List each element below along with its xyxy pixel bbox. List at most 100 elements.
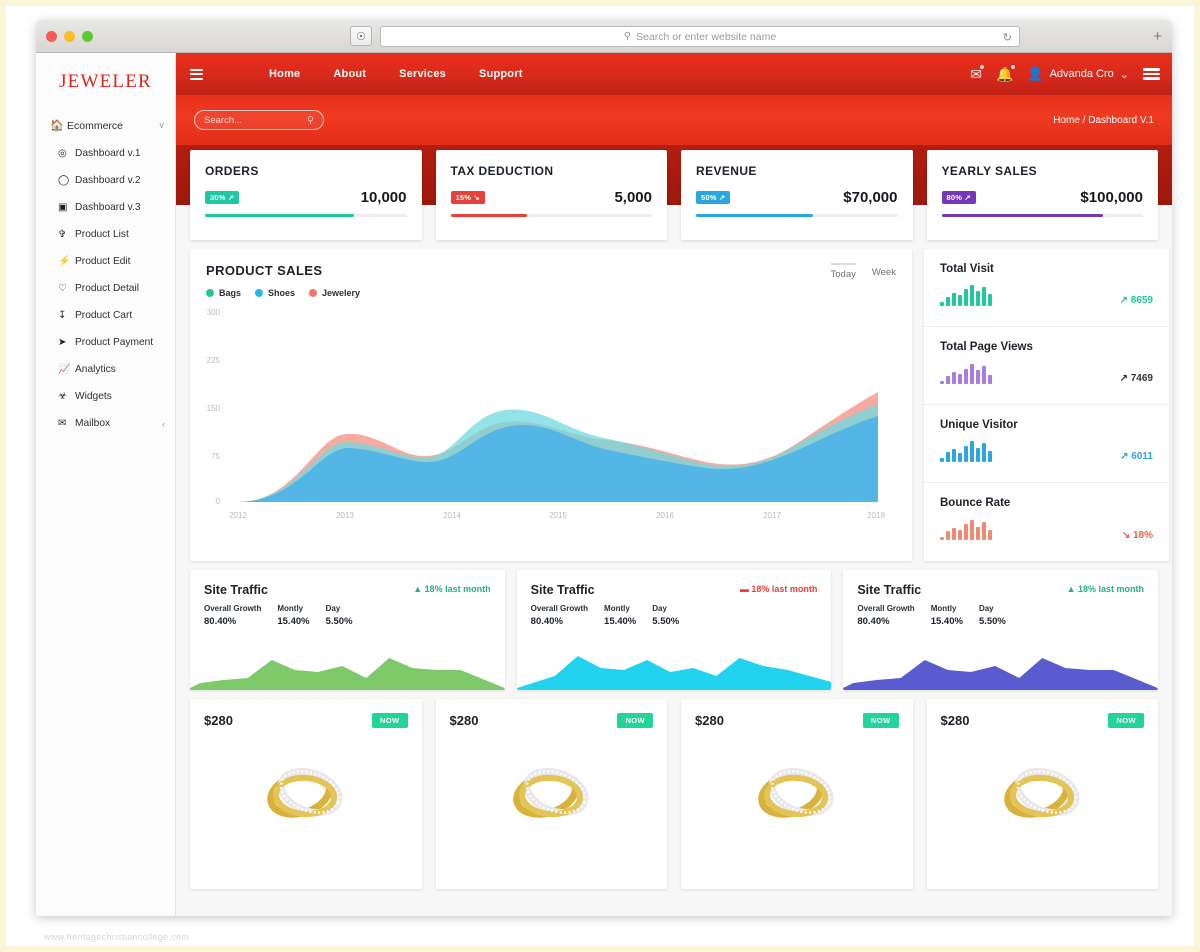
menu-grid-icon[interactable] <box>1143 68 1160 80</box>
kpi-card-revenue: REVENUE 50% ↗ $70,000 <box>681 150 913 240</box>
bell-icon[interactable]: 🔔 <box>996 64 1016 83</box>
browser-window: ☉ ⚲ Search or enter website name ↻ + JEW… <box>36 20 1172 916</box>
y-tick-225: 225 <box>207 356 221 365</box>
window-controls[interactable] <box>46 30 93 42</box>
sidebar-item-dashboard-v2[interactable]: ◯ Dashboard v.2 <box>36 167 175 194</box>
x-tick-2013: 2013 <box>336 511 354 520</box>
nav-link-services[interactable]: Services <box>399 68 446 80</box>
reload-icon[interactable]: ↻ <box>1003 31 1012 44</box>
x-tick-2016: 2016 <box>656 511 674 520</box>
sidebar-item-label: Product Payment <box>75 337 154 348</box>
bolt-icon: ⚡ <box>58 256 71 267</box>
search-placeholder: Search... <box>204 114 243 126</box>
mail-icon[interactable]: ✉ <box>970 64 984 83</box>
metric-day: Day 5.50% <box>326 604 353 627</box>
area-chart-svg: 300 225 150 75 0 2012 2013 2014 2015 201… <box>207 308 886 520</box>
nav-link-home[interactable]: Home <box>269 68 300 80</box>
sidebar-item-product-edit[interactable]: ⚡ Product Edit <box>36 248 175 275</box>
stat-number: 18% <box>1132 530 1153 541</box>
product-card-2[interactable]: $280 NOW <box>435 699 667 889</box>
sidebar-item-analytics[interactable]: 📈 Analytics <box>36 356 175 383</box>
product-card-3[interactable]: $280 NOW <box>681 699 913 889</box>
minimize-window-button[interactable] <box>64 30 75 42</box>
kpi-value: 5,000 <box>614 189 652 206</box>
legend-label: Shoes <box>268 288 296 298</box>
trend-up-icon: ↗ <box>1119 373 1128 384</box>
top-nav-actions: ✉ 🔔 👤 Advanda Cro ⌄ <box>970 53 1160 95</box>
metric-label: Montly <box>930 604 957 613</box>
page-title: PRODUCT SALES <box>206 263 323 278</box>
close-window-button[interactable] <box>46 30 57 42</box>
metric-overall-growth: Overall Growth 80.40% <box>857 604 914 627</box>
stat-label: Total Visit <box>940 263 994 275</box>
tab-week[interactable]: Week <box>872 263 896 280</box>
metric-day: Day 5.50% <box>979 604 1006 627</box>
legend-label: Jewelery <box>322 288 361 298</box>
metric-label: Montly <box>604 604 630 613</box>
sidebar: JEWELER 🏠 Ecommerce ∨ ◎ Dashboard v.1 ◯ … <box>36 53 176 916</box>
kpi-progress-fill <box>450 214 528 217</box>
list-icon: ✞ <box>58 229 67 240</box>
legend-item-shoes[interactable]: Shoes <box>255 288 295 298</box>
product-card-1[interactable]: $280 NOW <box>190 699 422 889</box>
site-traffic-card-3: Site Traffic ▲ 18% last month Overall Gr… <box>843 570 1159 690</box>
status-badge[interactable]: NOW <box>862 713 899 728</box>
sidebar-item-mailbox[interactable]: ✉ Mailbox ‹ <box>36 410 175 437</box>
sidebar-item-label: Dashboard v.3 <box>75 202 141 213</box>
top-nav-links: Home About Services Support <box>269 68 523 80</box>
product-card-4[interactable]: $280 NOW <box>926 699 1158 889</box>
legend-item-bags[interactable]: Bags <box>206 288 241 298</box>
sidebar-item-ecommerce[interactable]: 🏠 Ecommerce ∨ <box>36 111 175 140</box>
stat-row-total-visit: Total Visit ↗ 8659 <box>924 249 1169 327</box>
kpi-badge: 15% ↘ <box>450 191 485 204</box>
product-image <box>450 752 654 830</box>
sidebar-item-label: Product Cart <box>75 310 133 321</box>
status-badge[interactable]: NOW <box>371 713 408 728</box>
brand-logo[interactable]: JEWELER <box>36 57 175 111</box>
metric-day: Day 5.50% <box>652 604 679 627</box>
shield-icon[interactable]: ☉ <box>350 26 372 46</box>
sidebar-item-product-cart[interactable]: ↧ Product Cart <box>36 302 175 329</box>
user-menu[interactable]: 👤 Advanda Cro ⌄ <box>1027 66 1129 82</box>
plus-icon[interactable]: + <box>1153 29 1162 44</box>
sidebar-item-dashboard-v1[interactable]: ◎ Dashboard v.1 <box>36 140 175 167</box>
trend-label: 18% last month <box>424 584 491 594</box>
status-badge[interactable]: NOW <box>1108 713 1144 728</box>
chart-range-toggle: Today Week <box>830 263 896 280</box>
legend-color-swatch <box>309 289 318 297</box>
kpi-badge: 50% ↗ <box>696 191 731 204</box>
legend-item-jewelery[interactable]: Jewelery <box>309 288 360 298</box>
sidebar-item-product-list[interactable]: ✞ Product List <box>36 221 175 248</box>
chevron-down-icon: ⌄ <box>1119 68 1129 81</box>
kpi-badge: 30% ↗ <box>205 191 240 204</box>
sidebar-item-dashboard-v3[interactable]: ▣ Dashboard v.3 <box>36 194 175 221</box>
tab-today[interactable]: Today <box>830 263 856 280</box>
status-badge[interactable]: NOW <box>617 713 653 728</box>
stat-number: 8659 <box>1130 295 1153 306</box>
trend-badge: ▲ 18% last month <box>413 584 490 594</box>
metric-value: 80.40% <box>530 616 563 627</box>
nav-link-about[interactable]: About <box>333 68 366 80</box>
chevron-left-icon: ‹ <box>162 418 165 429</box>
sidebar-item-product-payment[interactable]: ➤ Product Payment <box>36 329 175 356</box>
stat-label: Unique Visitor <box>940 419 1018 431</box>
metrics-group: Overall Growth 80.40% Montly 15.40% Day … <box>857 604 1144 627</box>
trend-down-icon: ▬ <box>739 584 749 594</box>
metric-montly: Montly 15.40% <box>604 604 636 627</box>
nav-link-support[interactable]: Support <box>479 68 523 80</box>
product-image <box>204 752 408 830</box>
page-root: ☉ ⚲ Search or enter website name ↻ + JEW… <box>0 0 1200 952</box>
kpi-progress-fill <box>696 214 813 217</box>
sidebar-item-product-detail[interactable]: ♡ Product Detail <box>36 275 175 302</box>
url-input[interactable]: ⚲ Search or enter website name ↻ <box>380 26 1020 47</box>
y-tick-300: 300 <box>207 308 221 317</box>
sidebar-item-label: Dashboard v.2 <box>75 175 141 186</box>
maximize-window-button[interactable] <box>82 30 93 42</box>
area-chart-svg <box>190 658 505 690</box>
hamburger-icon[interactable] <box>190 68 203 80</box>
traffic-area-green <box>190 658 505 690</box>
search-input[interactable]: Search... ⚲ <box>194 110 324 130</box>
sidebar-item-label: Mailbox <box>75 418 111 429</box>
sidebar-item-widgets[interactable]: ☣ Widgets <box>36 383 175 410</box>
product-row: $280 NOW $280 NOW $280 NOW $280 NOW <box>176 690 1172 889</box>
